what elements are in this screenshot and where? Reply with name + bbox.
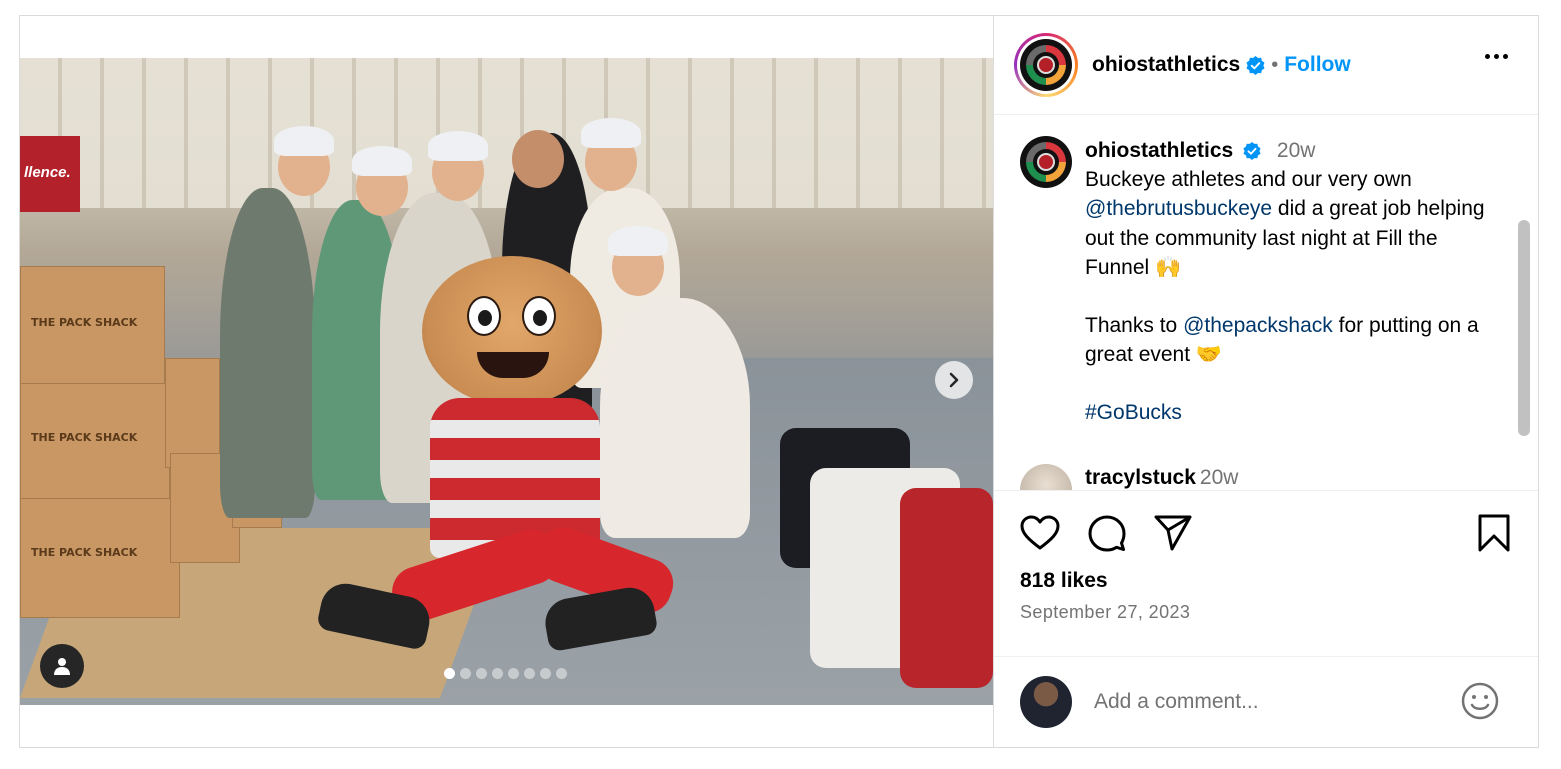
tagged-users-button[interactable]	[40, 644, 84, 688]
share-icon[interactable]	[1154, 515, 1192, 551]
mention-link[interactable]: @thebrutusbuckeye	[1085, 197, 1272, 220]
avatar[interactable]	[1020, 464, 1072, 490]
red-backpack	[900, 488, 993, 688]
carousel-dot	[444, 668, 455, 679]
comments-section[interactable]: ohiostathletics 20w Buckeye athletes and…	[994, 116, 1538, 491]
comment-input[interactable]	[1094, 690, 1434, 714]
cardboard-box: THE PACK SHACK	[20, 498, 180, 618]
avatar[interactable]	[1020, 676, 1072, 728]
caption-author[interactable]: ohiostathletics	[1085, 139, 1233, 162]
verified-badge-icon	[1243, 142, 1261, 161]
mention-link[interactable]: @thepackshack	[1183, 314, 1333, 337]
comment-item: tracylstuck 20w	[1020, 464, 1239, 490]
header-separator: •	[1271, 53, 1279, 76]
comments-scrollbar[interactable]	[1518, 220, 1530, 436]
caption: ohiostathletics 20w Buckeye athletes and…	[1085, 136, 1495, 428]
carousel-dot	[492, 668, 503, 679]
hashtag-link[interactable]: #GoBucks	[1085, 401, 1182, 424]
volunteer	[600, 298, 750, 538]
heart-icon[interactable]	[1020, 515, 1060, 551]
carousel-dot	[556, 668, 567, 679]
carousel-dot	[476, 668, 487, 679]
cardboard-box	[165, 358, 220, 468]
post-dialog: llence. THE PACK SHACK THE PACK SHACK TH…	[19, 15, 1539, 748]
caption-text: Buckeye athletes and our very own @thebr…	[1085, 168, 1485, 279]
post-side-pane: ohiostathletics • Follow ohiostathletics…	[993, 16, 1538, 747]
carousel-next-button[interactable]	[935, 361, 973, 399]
action-bar	[1020, 514, 1192, 552]
caption-avatar[interactable]	[1020, 136, 1072, 188]
emoji-icon[interactable]	[1460, 681, 1500, 721]
carousel-indicator	[444, 668, 567, 679]
carousel-dot	[540, 668, 551, 679]
post-header: ohiostathletics • Follow	[994, 16, 1538, 115]
chevron-right-icon	[949, 372, 959, 388]
volunteer	[220, 188, 315, 518]
likes-count[interactable]: 818 likes	[1020, 569, 1108, 593]
carousel-dot	[508, 668, 519, 679]
caption-time[interactable]: 20w	[1277, 139, 1316, 162]
carousel-dot	[460, 668, 471, 679]
comment-icon[interactable]	[1088, 514, 1126, 552]
wall-banner: llence.	[20, 136, 80, 212]
cardboard-box: THE PACK SHACK	[20, 266, 165, 391]
post-date[interactable]: September 27, 2023	[1020, 602, 1190, 623]
story-ring-avatar[interactable]	[1014, 33, 1078, 97]
brutus-mascot-head	[422, 256, 602, 406]
bookmark-icon[interactable]	[1478, 514, 1510, 552]
carousel-dot	[524, 668, 535, 679]
user-tag-icon	[54, 658, 70, 675]
ohio-state-logo	[1020, 39, 1072, 91]
verified-badge-icon	[1246, 55, 1265, 75]
more-options-icon[interactable]	[1485, 54, 1508, 59]
post-photo[interactable]: llence. THE PACK SHACK THE PACK SHACK TH…	[20, 58, 993, 705]
cardboard-box: THE PACK SHACK	[20, 383, 170, 503]
follow-button[interactable]: Follow	[1284, 53, 1351, 77]
comment-time: 20w	[1199, 466, 1239, 489]
media-pane: llence. THE PACK SHACK THE PACK SHACK TH…	[20, 16, 993, 747]
add-comment-bar	[994, 656, 1538, 747]
ohio-state-logo	[1020, 136, 1072, 188]
author-username[interactable]: ohiostathletics	[1092, 53, 1240, 77]
comment-author[interactable]: tracylstuck	[1085, 466, 1196, 489]
